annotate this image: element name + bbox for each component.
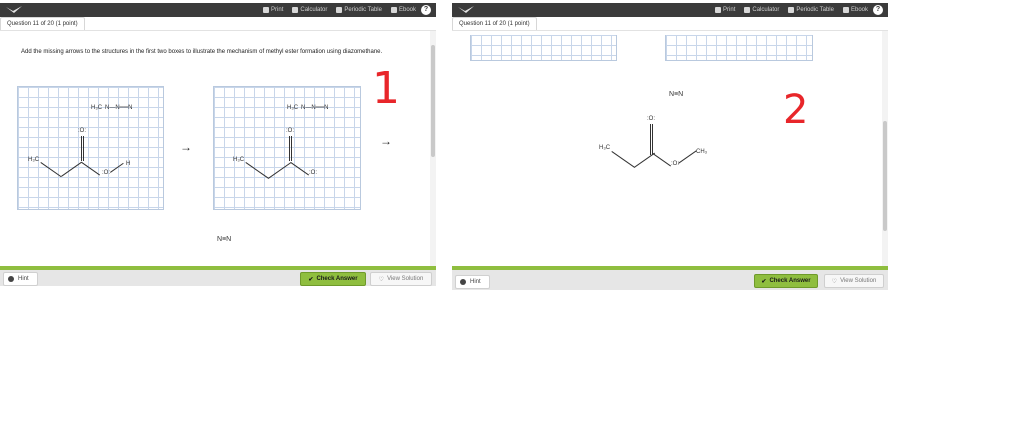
chain-bond <box>268 161 292 179</box>
printer-icon <box>715 7 722 13</box>
footer-bar: Hint ✔ Check Answer ♡ View Solution <box>452 270 888 290</box>
h3c-label: H₃C <box>287 105 299 111</box>
help-icon[interactable]: ? <box>873 5 883 15</box>
view-solution-button[interactable]: ♡ View Solution <box>370 272 432 286</box>
h3c-label: H₃C <box>599 145 611 151</box>
chain-bond <box>61 161 83 177</box>
calculator-icon <box>744 7 751 13</box>
question-text: Add the missing arrows to the structures… <box>21 49 383 55</box>
reaction-arrow-2: → <box>380 134 392 148</box>
question-content: N≡N :O: H₃C :O: CH₃ <box>452 31 882 266</box>
annotation-step-2: 2 <box>783 87 809 133</box>
oxygen-label: :O: <box>78 128 87 134</box>
hint-button[interactable]: Hint <box>3 272 38 286</box>
print-button[interactable]: Print <box>263 7 283 13</box>
h3c-label: H₃C <box>91 105 103 111</box>
book-icon <box>842 7 849 13</box>
periodic-table-icon <box>336 7 343 13</box>
book-icon <box>390 7 397 13</box>
check-answer-button[interactable]: ✔ Check Answer <box>754 274 818 288</box>
oxygen-label: :O: <box>286 128 295 134</box>
calculator-icon <box>292 7 299 13</box>
ebook-button[interactable]: Ebook <box>390 7 416 13</box>
chain-bond <box>40 162 62 178</box>
o-h-bond <box>110 162 124 173</box>
question-tab: Question 11 of 20 (1 point) <box>0 17 85 31</box>
logo-icon <box>6 6 22 13</box>
info-icon <box>460 279 466 285</box>
h3c-label: H₃C <box>233 157 245 163</box>
oxygen-label: :O: <box>309 170 318 176</box>
scrollbar[interactable] <box>882 31 888 266</box>
carbonyl-bond <box>289 136 290 161</box>
oxygen-label: :O: <box>647 116 656 122</box>
o-ch3-bond <box>678 150 697 164</box>
periodic-table-button[interactable]: Periodic Table <box>788 7 834 13</box>
structure-box-3[interactable] <box>665 35 813 61</box>
periodic-table-icon <box>788 7 795 13</box>
hydrogen-label: H <box>126 161 131 167</box>
periodic-table-button[interactable]: Periodic Table <box>336 7 382 13</box>
c-o-bond <box>290 162 310 176</box>
top-toolbar: Print Calculator Periodic Table Ebook ? <box>0 3 436 17</box>
calculator-button[interactable]: Calculator <box>292 7 327 13</box>
structure-box-1[interactable]: H₃C N—N══N :O: H₃C :O: H <box>17 86 164 210</box>
question-content: Add the missing arrows to the structures… <box>0 31 430 266</box>
info-icon <box>8 276 14 282</box>
lightbulb-icon: ♡ <box>831 278 838 285</box>
scrollbar-thumb[interactable] <box>431 45 435 157</box>
chain-bond <box>634 152 656 168</box>
hint-button[interactable]: Hint <box>455 275 490 289</box>
calculator-button[interactable]: Calculator <box>744 7 779 13</box>
help-icon[interactable]: ? <box>421 5 431 15</box>
check-answer-button[interactable]: ✔ Check Answer <box>300 272 366 286</box>
printer-icon <box>263 7 270 13</box>
carbonyl-bond <box>81 136 82 161</box>
question-tab: Question 11 of 20 (1 point) <box>452 17 537 31</box>
c-o-bond <box>81 162 101 176</box>
question-panel-2: Print Calculator Periodic Table Ebook ? … <box>452 0 888 292</box>
top-toolbar: Print Calculator Periodic Table Ebook ? <box>452 3 888 17</box>
view-solution-button[interactable]: ♡ View Solution <box>824 274 884 288</box>
nitrogen-gas-label: N≡N <box>217 236 232 243</box>
ch3-label: CH₃ <box>696 149 708 155</box>
oxygen-label: :O: <box>102 170 111 176</box>
checkmark-icon: ✔ <box>761 278 767 285</box>
carbonyl-bond-2 <box>83 136 84 161</box>
lightbulb-icon: ♡ <box>378 276 385 283</box>
question-panel-1: Print Calculator Periodic Table Ebook ? … <box>0 0 436 286</box>
diazomethane-n-label: N—N══N <box>301 105 329 111</box>
chain-bond <box>245 162 269 179</box>
scrollbar-thumb[interactable] <box>883 121 887 231</box>
reaction-arrow-1: → <box>180 140 192 154</box>
structure-box-2[interactable]: H₃C N—N══N :O: H₃C :O: <box>213 86 361 210</box>
nitrogen-gas-label: N≡N <box>669 91 684 98</box>
print-button[interactable]: Print <box>715 7 735 13</box>
ebook-button[interactable]: Ebook <box>842 7 868 13</box>
carbonyl-bond-2 <box>652 124 653 155</box>
annotation-step-1: 1 <box>372 63 400 114</box>
checkmark-icon: ✔ <box>308 276 314 283</box>
carbonyl-bond-2 <box>291 136 292 161</box>
carbonyl-bond <box>650 124 651 155</box>
logo-icon <box>458 6 474 13</box>
chain-bond <box>611 151 635 168</box>
structure-box-2[interactable] <box>470 35 617 61</box>
c-o-bond <box>652 153 672 167</box>
diazomethane-n-label: N—N══N <box>105 105 133 111</box>
footer-bar: Hint ✔ Check Answer ♡ View Solution <box>0 270 436 286</box>
h3c-label: H₃C <box>28 157 40 163</box>
scrollbar[interactable] <box>430 31 436 266</box>
